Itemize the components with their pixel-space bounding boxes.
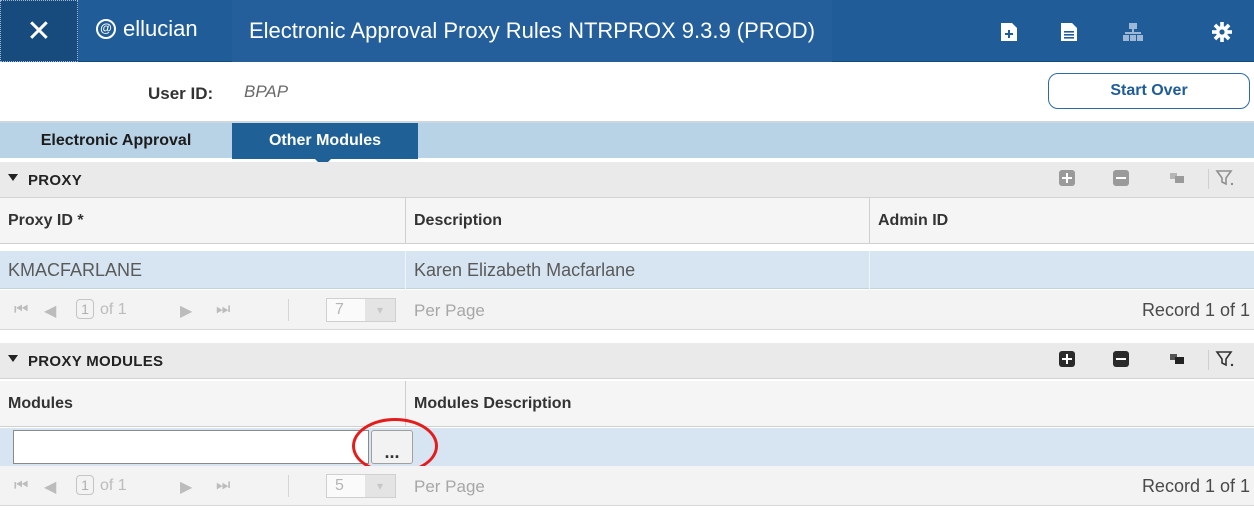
ellucian-logo-icon: @ (96, 19, 116, 39)
page-number-input[interactable]: 1 (76, 475, 94, 495)
per-page-label: Per Page (414, 477, 485, 496)
page-title: Electronic Approval Proxy Rules NTRPROX … (232, 0, 832, 62)
per-page-label: Per Page (414, 301, 485, 320)
tab-electronic-approval[interactable]: Electronic Approval (0, 123, 232, 159)
previous-page-icon[interactable]: ◀ (44, 477, 56, 497)
page-count: of 1 (100, 477, 127, 494)
insert-record-icon[interactable] (1058, 169, 1078, 189)
description-cell[interactable]: Karen Elizabeth Macfarlane (406, 251, 870, 289)
column-modules-description[interactable]: Modules Description (406, 381, 1254, 427)
copy-record-icon[interactable] (1168, 350, 1188, 370)
pager-divider (288, 299, 289, 321)
proxy-modules-pager: ⏮ ◀ 1 of 1 ▶ ⏭ 5 ▾ Per Page Record 1 of … (0, 466, 1254, 506)
proxy-modules-section-title: PROXY MODULES (28, 353, 164, 370)
proxy-id-cell[interactable]: KMACFARLANE (0, 251, 406, 289)
document-icon[interactable] (1060, 22, 1078, 42)
close-button[interactable]: ✕ (0, 0, 78, 62)
per-page-value: 7 (335, 301, 344, 318)
record-count: Record 1 of 1 (1141, 300, 1250, 320)
proxy-modules-grid-header: Modules Modules Description (0, 381, 1254, 427)
table-row[interactable]: KMACFARLANE Karen Elizabeth Macfarlane (0, 251, 1254, 289)
proxy-section-title-wrap: PROXY (8, 172, 82, 189)
chevron-down-icon[interactable]: ▾ (365, 299, 395, 321)
collapse-caret-icon[interactable] (8, 355, 18, 362)
table-row[interactable]: ... (0, 428, 1254, 466)
proxy-section-header: PROXY (0, 162, 1254, 198)
record-count: Record 1 of 1 (1141, 476, 1250, 496)
close-icon: ✕ (26, 14, 52, 48)
user-id-value: BPAP (244, 82, 289, 101)
proxy-modules-section-header: PROXY MODULES (0, 343, 1254, 379)
admin-id-cell[interactable] (870, 251, 1254, 289)
page-number-input[interactable]: 1 (76, 299, 94, 319)
column-admin-id[interactable]: Admin ID (870, 198, 1254, 244)
copy-record-icon[interactable] (1168, 169, 1188, 189)
column-proxy-id[interactable]: Proxy ID * (0, 198, 406, 244)
user-id-label: User ID: (148, 84, 214, 103)
chevron-down-icon[interactable]: ▾ (365, 475, 395, 497)
tab-bar: Electronic Approval Other Modules (0, 122, 1254, 159)
first-page-icon[interactable]: ⏮ (14, 301, 28, 319)
modules-input[interactable] (13, 430, 369, 464)
delete-record-icon[interactable] (1112, 169, 1132, 189)
collapse-caret-icon[interactable] (8, 174, 18, 181)
gear-icon[interactable] (1212, 22, 1232, 42)
per-page-select[interactable]: 5 ▾ (326, 474, 396, 498)
filter-icon[interactable] (1208, 350, 1238, 370)
next-page-icon[interactable]: ▶ (180, 301, 192, 321)
column-modules[interactable]: Modules (0, 381, 406, 427)
last-page-icon[interactable]: ⏭ (216, 301, 230, 319)
per-page-value: 5 (335, 477, 344, 494)
filter-icon[interactable] (1208, 169, 1238, 189)
per-page-select[interactable]: 7 ▾ (326, 298, 396, 322)
next-page-icon[interactable]: ▶ (180, 477, 192, 497)
first-page-icon[interactable]: ⏮ (14, 477, 28, 495)
delete-record-icon[interactable] (1112, 350, 1132, 370)
insert-record-icon[interactable] (1058, 350, 1078, 370)
proxy-pager: ⏮ ◀ 1 of 1 ▶ ⏭ 7 ▾ Per Page Record 1 of … (0, 290, 1254, 330)
last-page-icon[interactable]: ⏭ (216, 477, 230, 495)
proxy-modules-section-title-wrap: PROXY MODULES (8, 353, 163, 370)
add-document-icon[interactable] (1000, 22, 1018, 42)
top-bar: ✕ @ ellucian Electronic Approval Proxy R… (0, 0, 1254, 62)
proxy-section-title: PROXY (28, 172, 83, 189)
start-over-button[interactable]: Start Over (1048, 73, 1250, 109)
tab-other-modules[interactable]: Other Modules (232, 123, 418, 159)
ellucian-logo[interactable]: @ ellucian (96, 16, 198, 42)
logo-text: ellucian (123, 16, 198, 41)
pager-divider (288, 475, 289, 497)
previous-page-icon[interactable]: ◀ (44, 301, 56, 321)
hierarchy-icon[interactable] (1122, 22, 1144, 42)
page-count: of 1 (100, 301, 127, 318)
column-description[interactable]: Description (406, 198, 870, 244)
proxy-grid-header: Proxy ID * Description Admin ID (0, 198, 1254, 244)
